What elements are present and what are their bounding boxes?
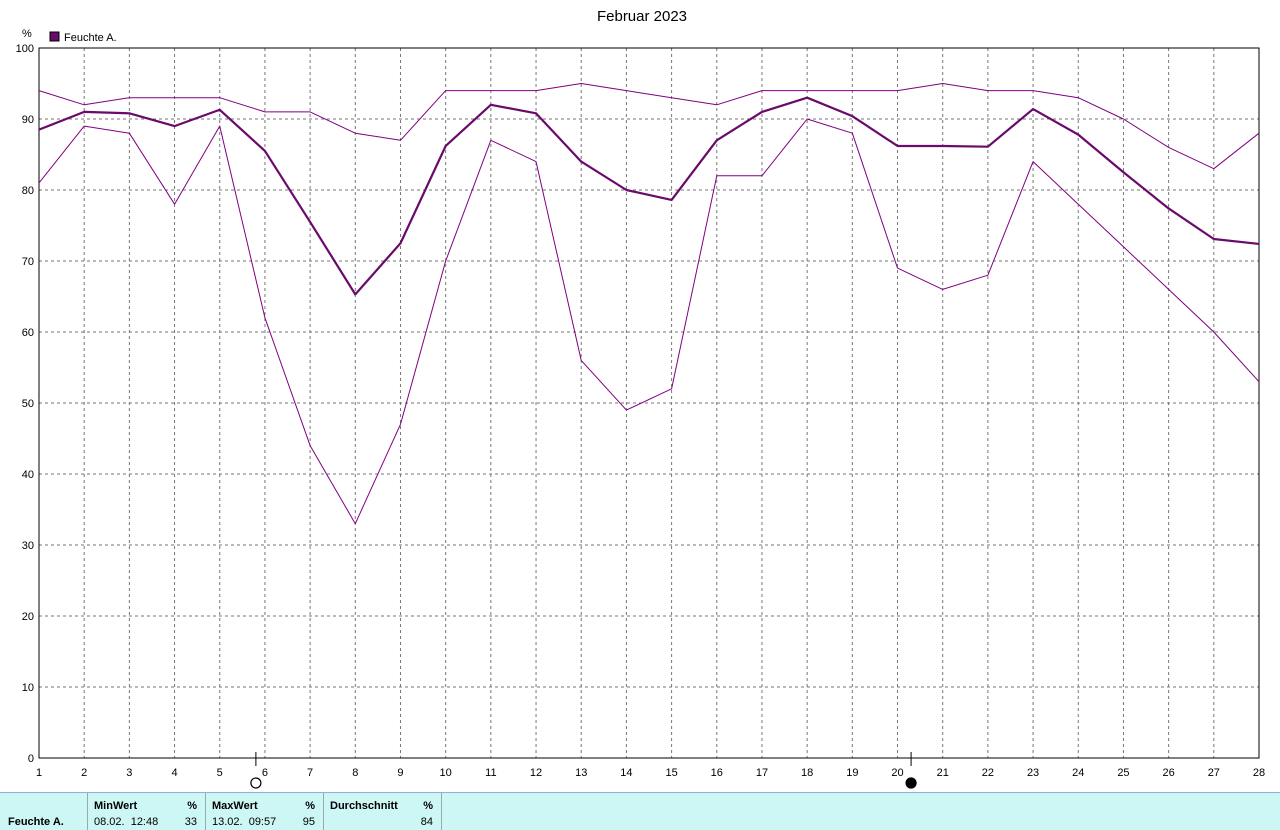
series-line-max: [38, 83, 1260, 170]
legend-label: Feuchte A.: [64, 32, 117, 44]
humidity-chart: Februar 2023 % Feuchte A. 0 10 20 30 40 50 60 7…: [16, 8, 1265, 789]
stats-bar: Feuchte A. MinWert % 08.02. 12:48 33 Max…: [0, 792, 1280, 830]
stats-min: MinWert % 08.02. 12:48 33: [88, 793, 206, 830]
y-tick-label: 0: [28, 753, 34, 765]
y-tick-label: 10: [22, 682, 34, 694]
x-tick-label: 25: [1117, 767, 1129, 779]
x-tick-label: 16: [711, 767, 723, 779]
min-unit: %: [187, 800, 197, 812]
legend: Feuchte A.: [49, 31, 117, 44]
y-axis: 0 10 20 30 40 50 60 70 80 90 100: [16, 43, 34, 765]
legend-swatch: [49, 31, 60, 42]
x-tick-label: 10: [440, 767, 452, 779]
max-header: MaxWert: [212, 800, 258, 812]
y-tick-label: 90: [22, 114, 34, 126]
x-tick-label: 14: [620, 767, 632, 779]
x-tick-label: 22: [982, 767, 994, 779]
avg-unit: %: [423, 800, 433, 812]
x-tick-label: 8: [352, 767, 358, 779]
x-tick-label: 5: [217, 767, 223, 779]
y-axis-unit: %: [22, 28, 32, 40]
x-tick-label: 3: [126, 767, 132, 779]
x-tick-label: 11: [485, 767, 496, 779]
new-moon-icon: [905, 777, 917, 789]
x-tick-label: 21: [937, 767, 949, 779]
y-tick-label: 20: [22, 611, 34, 623]
max-datetime: 13.02. 09:57: [212, 816, 277, 828]
x-tick-label: 4: [171, 767, 177, 779]
avg-header: Durchschnitt: [330, 800, 398, 812]
x-tick-label: 6: [262, 767, 268, 779]
min-value: 33: [184, 816, 197, 828]
chart-title: Februar 2023: [597, 8, 687, 25]
grid: [39, 48, 1259, 758]
x-tick-label: 20: [891, 767, 903, 779]
x-tick-label: 23: [1027, 767, 1039, 779]
max-value: 95: [302, 816, 315, 828]
x-tick-label: 7: [307, 767, 313, 779]
x-tick-label: 19: [846, 767, 858, 779]
y-tick-label: 80: [22, 185, 34, 197]
stats-max: MaxWert % 13.02. 09:57 95: [206, 793, 324, 830]
y-tick-label: 40: [22, 469, 34, 481]
min-datetime: 08.02. 12:48: [94, 816, 159, 828]
stats-row-label: Feuchte A.: [0, 793, 88, 830]
x-axis: 1 2 3 4 5 6 7 8 9 10 11 12 13 14 15 16 17 18 19 20 21 22 23 24 2…: [36, 767, 1265, 779]
y-tick-label: 100: [16, 43, 34, 55]
x-tick-label: 24: [1072, 767, 1084, 779]
max-unit: %: [305, 800, 315, 812]
full-moon-icon: [250, 777, 262, 789]
min-header: MinWert: [94, 800, 138, 812]
x-tick-label: 27: [1208, 767, 1220, 779]
x-tick-label: 26: [1163, 767, 1175, 779]
x-tick-label: 2: [81, 767, 87, 779]
x-tick-label: 1: [36, 767, 42, 779]
x-tick-label: 12: [530, 767, 542, 779]
avg-value: 84: [420, 816, 433, 828]
x-tick-label: 28: [1253, 767, 1265, 779]
y-tick-label: 50: [22, 398, 34, 410]
series-group: [38, 83, 1260, 525]
y-tick-label: 60: [22, 327, 34, 339]
y-tick-label: 30: [22, 540, 34, 552]
x-tick-label: 18: [801, 767, 813, 779]
y-tick-label: 70: [22, 256, 34, 268]
series-line-min: [38, 118, 1260, 525]
x-tick-label: 15: [665, 767, 677, 779]
x-tick-label: 13: [575, 767, 587, 779]
x-tick-label: 9: [397, 767, 403, 779]
stats-avg: Durchschnitt % 84: [324, 793, 442, 830]
series-line-avg: [38, 96, 1260, 296]
x-tick-label: 17: [756, 767, 768, 779]
